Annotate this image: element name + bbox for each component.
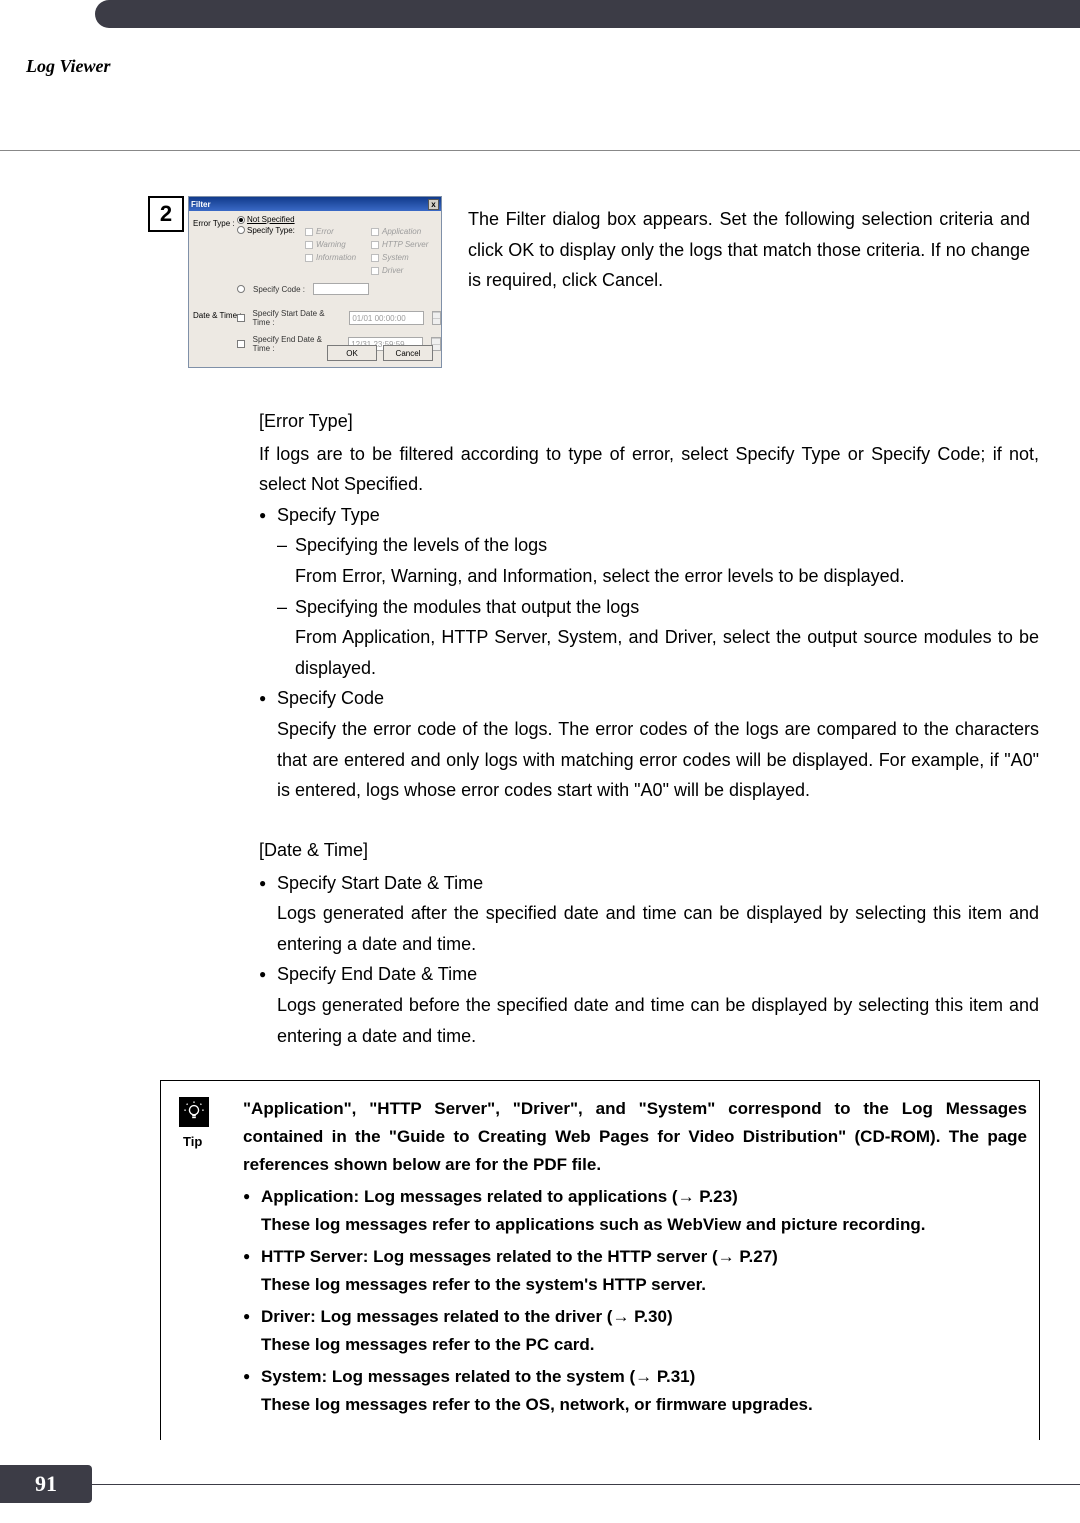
end-body: Logs generated before the specified date…: [259, 990, 1039, 1051]
specify-code-head: Specify Code: [259, 683, 1039, 714]
page-number-tab: 91: [0, 1465, 92, 1503]
tip-label: Tip: [183, 1131, 202, 1152]
tip-item-body: These log messages refer to the OS, netw…: [243, 1391, 1027, 1419]
tip-box: Tip "Application", "HTTP Server", "Drive…: [160, 1080, 1040, 1440]
error-type-lead: If logs are to be filtered according to …: [259, 439, 1039, 500]
type-options: Error Application Warning HTTP Server In…: [305, 227, 437, 275]
footer-rule: [92, 1484, 1080, 1485]
lvl2a-head: Specifying the levels of the logs: [259, 530, 1039, 561]
page: Log Viewer 2 Filter x Error Type : Not S…: [0, 0, 1080, 1523]
specify-type-head: Specify Type: [259, 500, 1039, 531]
tip-item-body: These log messages refer to applications…: [243, 1211, 1027, 1239]
check-end[interactable]: [237, 340, 245, 348]
intro-paragraph: The Filter dialog box appears. Set the f…: [468, 204, 1030, 296]
tip-item-head: Application: Log messages related to app…: [243, 1183, 1027, 1211]
specify-code-body: Specify the error code of the logs. The …: [259, 714, 1039, 806]
close-icon[interactable]: x: [428, 199, 439, 210]
step-number: 2: [148, 196, 184, 232]
lvl2b-head: Specifying the modules that output the l…: [259, 592, 1039, 623]
datetime-title: [Date & Time]: [259, 835, 1039, 866]
radio-specify-type[interactable]: Specify Type:: [237, 226, 295, 235]
tip-item-head: System: Log messages related to the syst…: [243, 1363, 1027, 1391]
running-title: Log Viewer: [26, 56, 111, 77]
page-number: 91: [35, 1471, 57, 1497]
filter-dialog: Filter x Error Type : Not Specified Spec…: [188, 196, 442, 368]
date-time-label: Date & Time :: [193, 311, 241, 320]
ok-button[interactable]: OK: [327, 345, 377, 361]
lvl2a-body: From Error, Warning, and Information, se…: [259, 561, 1039, 592]
lvl2b-body: From Application, HTTP Server, System, a…: [259, 622, 1039, 683]
end-head: Specify End Date & Time: [259, 959, 1039, 990]
header-bar: [95, 0, 1080, 28]
error-type-label: Error Type :: [193, 219, 235, 228]
lightbulb-icon: [179, 1097, 209, 1127]
start-datetime-input[interactable]: 01/01 00:00:00: [349, 311, 423, 325]
start-body: Logs generated after the specified date …: [259, 898, 1039, 959]
tip-item-body: These log messages refer to the system's…: [243, 1271, 1027, 1299]
datetime-section: [Date & Time] Specify Start Date & Time …: [259, 813, 1039, 1051]
cancel-button[interactable]: Cancel: [383, 345, 433, 361]
dialog-titlebar: Filter x: [189, 197, 441, 211]
spinner-icon[interactable]: [432, 311, 441, 325]
radio-not-specified[interactable]: Not Specified: [237, 215, 295, 224]
dialog-title: Filter: [191, 200, 211, 209]
check-start[interactable]: [237, 314, 245, 322]
error-type-section: [Error Type] If logs are to be filtered …: [259, 384, 1039, 806]
error-type-radios: Not Specified Specify Type:: [237, 215, 295, 236]
tip-intro: "Application", "HTTP Server", "Driver", …: [243, 1095, 1027, 1179]
dialog-buttons: OK Cancel: [327, 345, 433, 361]
tip-item-head: HTTP Server: Log messages related to the…: [243, 1243, 1027, 1271]
dialog-body: Error Type : Not Specified Specify Type:…: [189, 211, 441, 367]
tip-item-head: Driver: Log messages related to the driv…: [243, 1303, 1027, 1331]
tip-item-body: These log messages refer to the PC card.: [243, 1331, 1027, 1359]
error-type-title: [Error Type]: [259, 406, 1039, 437]
start-head: Specify Start Date & Time: [259, 868, 1039, 899]
code-input[interactable]: [313, 283, 369, 295]
header-rule: [0, 150, 1080, 151]
radio-specify-code[interactable]: Specify Code :: [237, 283, 369, 295]
